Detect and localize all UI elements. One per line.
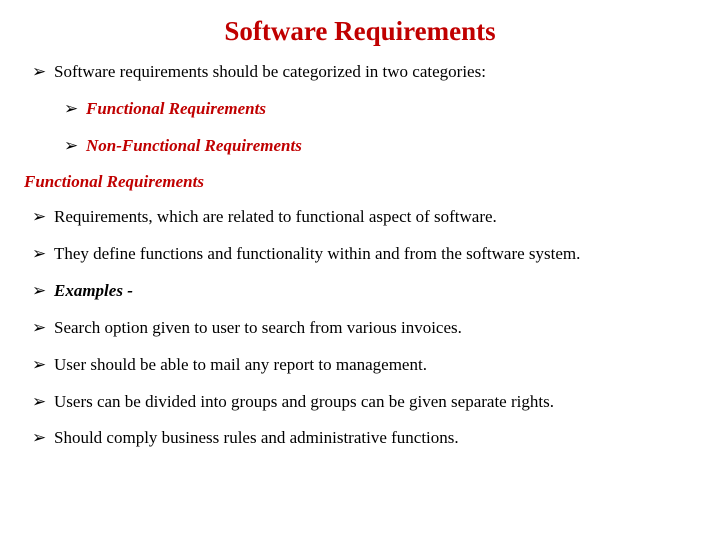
bullet-arrow-icon: ➢ — [32, 280, 54, 303]
bullet-arrow-icon: ➢ — [32, 206, 54, 229]
list-item: ➢ User should be able to mail any report… — [24, 354, 696, 377]
bullet-arrow-icon: ➢ — [32, 61, 54, 84]
bullet-arrow-icon: ➢ — [32, 243, 54, 266]
bullet-arrow-icon: ➢ — [32, 354, 54, 377]
intro-row: ➢ Software requirements should be catego… — [24, 61, 696, 84]
sub-label: Non-Functional Requirements — [86, 135, 696, 158]
page-title: Software Requirements — [24, 16, 696, 47]
list-item-text: User should be able to mail any report t… — [54, 354, 696, 377]
list-item-text: Users can be divided into groups and gro… — [54, 391, 696, 414]
list-item-text: Should comply business rules and adminis… — [54, 427, 696, 450]
sub-item-functional: ➢ Functional Requirements — [24, 98, 696, 121]
bullet-arrow-icon: ➢ — [64, 135, 86, 158]
intro-text: Software requirements should be categori… — [54, 61, 696, 84]
examples-label: Examples - — [54, 280, 696, 303]
list-item-text: Requirements, which are related to funct… — [54, 206, 696, 229]
list-item: ➢ They define functions and functionalit… — [24, 243, 696, 266]
section-heading: Functional Requirements — [24, 172, 696, 192]
sub-item-nonfunctional: ➢ Non-Functional Requirements — [24, 135, 696, 158]
sub-label: Functional Requirements — [86, 98, 696, 121]
bullet-arrow-icon: ➢ — [64, 98, 86, 121]
bullet-arrow-icon: ➢ — [32, 427, 54, 450]
list-item: ➢ Requirements, which are related to fun… — [24, 206, 696, 229]
list-item-text: They define functions and functionality … — [54, 243, 696, 266]
bullet-arrow-icon: ➢ — [32, 317, 54, 340]
list-item-text: Search option given to user to search fr… — [54, 317, 696, 340]
list-item: ➢ Examples - — [24, 280, 696, 303]
bullet-arrow-icon: ➢ — [32, 391, 54, 414]
list-item: ➢ Search option given to user to search … — [24, 317, 696, 340]
list-item: ➢ Users can be divided into groups and g… — [24, 391, 696, 414]
list-item: ➢ Should comply business rules and admin… — [24, 427, 696, 450]
